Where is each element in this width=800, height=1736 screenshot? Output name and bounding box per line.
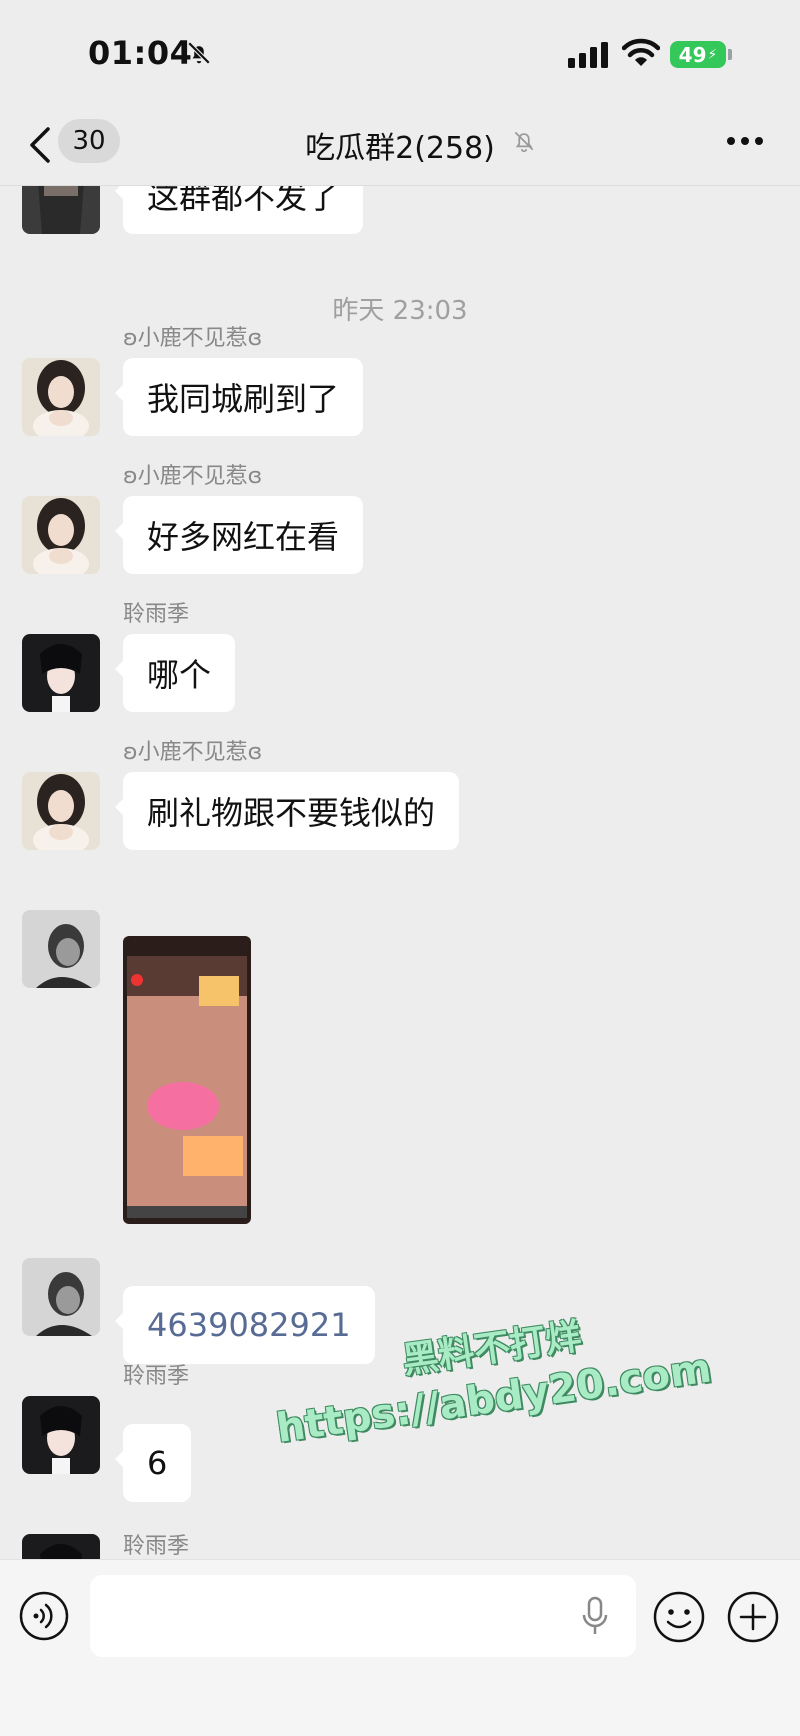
sender-name: 聆雨季 [123,602,190,627]
timestamp: 昨天 23:03 [332,296,468,326]
message-bubble[interactable]: 这群都不发了 [114,186,364,234]
status-bar: 01:04 49 ⚡ [0,0,800,105]
wifi-icon [622,38,660,66]
avatar[interactable] [22,1258,100,1336]
sender-name: ʚ小鹿不见惹ɞ [123,326,263,351]
voice-icon[interactable] [18,1590,70,1642]
sender-name: 聆雨季 [123,1364,190,1389]
battery-icon: 49 ⚡ [670,41,726,68]
plus-icon[interactable] [726,1590,780,1644]
battery-cap [728,49,732,60]
more-icon[interactable] [725,135,765,147]
chat-title: 吃瓜群2(258) [305,131,495,166]
image-message[interactable] [123,936,251,1224]
status-time: 01:04 [88,34,193,72]
signal-icon [568,42,608,68]
message-bubble[interactable]: 刷礼物跟不要钱似的 [114,772,460,850]
sender-name: ʚ小鹿不见惹ɞ [123,740,263,765]
avatar[interactable] [22,1396,100,1474]
avatar[interactable] [22,186,100,234]
message-bubble[interactable]: 6 [114,1424,192,1502]
avatar[interactable] [22,634,100,712]
mic-icon[interactable] [580,1596,610,1636]
message-bubble[interactable]: 哪个 [114,634,236,712]
message-bubble[interactable]: 我同城刷到了 [114,358,364,436]
avatar[interactable] [22,910,100,988]
chat-header: 30 吃瓜群2(258) [0,105,800,186]
message-input[interactable] [90,1575,636,1657]
avatar[interactable] [22,1534,100,1559]
avatar[interactable] [22,772,100,850]
avatar[interactable] [22,496,100,574]
sender-name: ʚ小鹿不见惹ɞ [123,464,263,489]
input-bar [0,1559,800,1736]
bell-off-icon [187,41,211,65]
sender-name: 聆雨季 [123,1534,190,1559]
avatar[interactable] [22,358,100,436]
emoji-icon[interactable] [652,1590,706,1644]
message-bubble[interactable]: 好多网红在看 [114,496,364,574]
mute-icon [514,131,534,153]
battery-level: 49 [678,42,707,67]
